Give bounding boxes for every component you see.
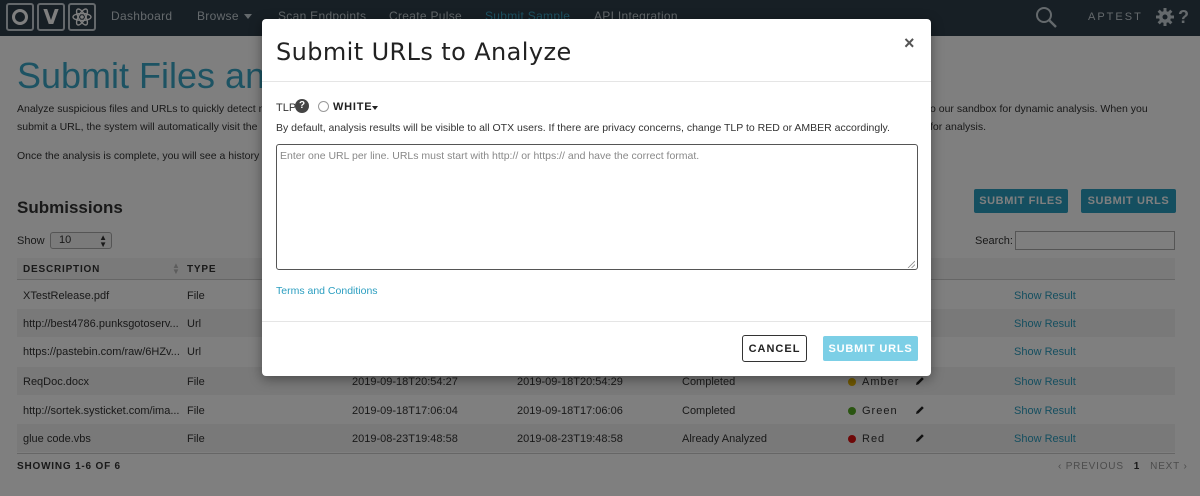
tlp-dropdown[interactable]: WHITE (333, 101, 372, 113)
tlp-color-swatch[interactable] (318, 101, 329, 112)
resize-grip-icon[interactable] (907, 260, 915, 268)
cancel-button[interactable]: CANCEL (742, 335, 807, 362)
caret-down-icon[interactable] (372, 106, 378, 110)
terms-link[interactable]: Terms and Conditions (276, 285, 378, 297)
modal-footer-divider (262, 321, 931, 322)
submit-urls-modal: Submit URLs to Analyze × TLP ? WHITE By … (262, 19, 931, 376)
tlp-label: TLP (276, 102, 297, 114)
tlp-help-icon[interactable]: ? (295, 99, 309, 113)
url-input[interactable] (276, 144, 918, 270)
close-icon[interactable]: × (904, 33, 915, 54)
modal-title: Submit URLs to Analyze (276, 38, 572, 66)
submit-urls-modal-button[interactable]: SUBMIT URLS (823, 336, 918, 361)
tlp-hint-text: By default, analysis results will be vis… (276, 122, 890, 134)
modal-header-divider (262, 81, 931, 82)
